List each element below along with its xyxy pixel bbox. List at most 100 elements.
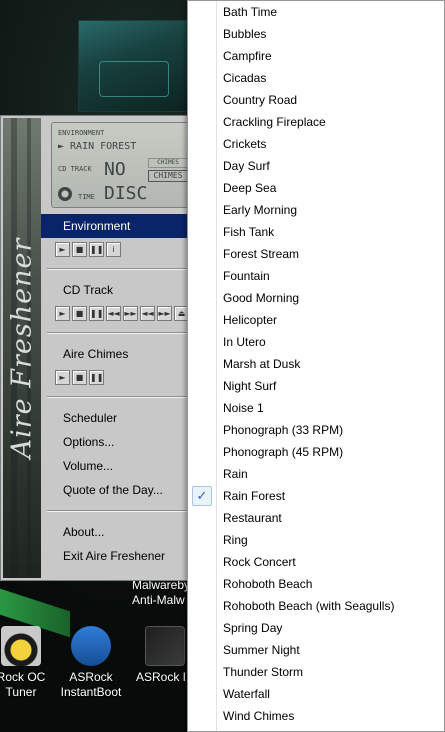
environment-option[interactable]: Waterfall [188,683,444,705]
menu-item-aire-chimes[interactable]: Aire Chimes [41,342,189,366]
cd-rewind-button[interactable]: ◄◄ [106,305,121,321]
environment-option[interactable]: ✓ Rain Forest [188,485,444,507]
desktop-icon-label-malwarebytes[interactable]: Malwareby Anti-Malw [132,578,190,608]
environment-option-label: Deep Sea [223,181,277,195]
environment-option[interactable]: Spring Day [188,617,444,639]
lcd-chimes-indicator: CHIMES [148,170,188,182]
lcd-env-caption: ENVIRONMENT [58,129,105,137]
info-button[interactable]: i [106,241,121,257]
environment-option-label: Restaurant [223,511,282,525]
chime-controls: ► ■ ❚❚ [41,366,189,388]
environment-option[interactable]: In Utero [188,331,444,353]
environment-option-label: Marsh at Dusk [223,357,301,371]
environment-option[interactable]: Marsh at Dusk [188,353,444,375]
menu-item-quote[interactable]: Quote of the Day... [41,478,189,502]
environment-option[interactable]: Phonograph (45 RPM) [188,441,444,463]
environment-option[interactable]: Noise 1 [188,397,444,419]
lcd-cd-caption: CD TRACK [58,165,92,173]
environment-option-label: Crickets [223,137,267,151]
environment-option-label: Waterfall [223,687,270,701]
environment-option[interactable]: Good Morning [188,287,444,309]
environment-option[interactable]: Campfire [188,45,444,67]
gear-icon [58,187,72,201]
menu-item-volume[interactable]: Volume... [41,454,189,478]
menu-item-about[interactable]: About... [41,520,189,544]
environment-option[interactable]: Helicopter [188,309,444,331]
menu-item-exit[interactable]: Exit Aire Freshener [41,544,189,568]
cd-next-track-button[interactable]: ►► [157,305,172,321]
environment-option[interactable]: Rock Concert [188,551,444,573]
environment-option-label: Cicadas [223,71,267,85]
environment-option-label: Rain [223,467,248,481]
environment-option[interactable]: Cicadas [188,67,444,89]
environment-option[interactable]: Fish Tank [188,221,444,243]
cd-stop-button[interactable]: ■ [72,305,87,321]
environment-option-label: Good Morning [223,291,300,305]
menu-separator [47,396,189,398]
cd-prev-track-button[interactable]: ◄◄ [140,305,155,321]
environment-option[interactable]: Phonograph (33 RPM) [188,419,444,441]
environment-option-label: Rohoboth Beach [223,577,313,591]
banner-title: Aire Freshener [6,237,38,459]
chime-stop-button[interactable]: ■ [72,369,87,385]
lcd-chimes-indicator-dim: CHIMES [148,158,188,168]
cd-controls: ► ■ ❚❚ ◄◄ ►► ◄◄ ►► ⏏ [41,302,189,324]
environment-option[interactable]: Bath Time [188,1,444,23]
menu-item-environment[interactable]: Environment [41,214,189,238]
lcd-no-text: NO [104,159,126,180]
cd-forward-button[interactable]: ►► [123,305,138,321]
label-line: Anti-Malw [132,593,185,607]
environment-option-label: Fountain [223,269,270,283]
environment-option[interactable]: Country Road [188,89,444,111]
environment-option[interactable]: Bubbles [188,23,444,45]
environment-controls: ► ■ ❚❚ i [41,238,189,260]
menu-item-options[interactable]: Options... [41,430,189,454]
cd-play-button[interactable]: ► [55,305,70,321]
environment-option-label: Spring Day [223,621,283,635]
lcd-disc-text: DISC [104,183,148,204]
environment-option[interactable]: Ring [188,529,444,551]
environment-option[interactable]: Wind Chimes [188,705,444,727]
environment-option-label: Rock Concert [223,555,296,569]
chime-pause-button[interactable]: ❚❚ [89,369,104,385]
environment-option[interactable]: Rohoboth Beach [188,573,444,595]
environment-option[interactable]: Rohoboth Beach (with Seagulls) [188,595,444,617]
stop-button[interactable]: ■ [72,241,87,257]
cd-pause-button[interactable]: ❚❚ [89,305,104,321]
environment-option-label: In Utero [223,335,266,349]
environment-option-label: Fish Tank [223,225,275,239]
side-banner: Aire Freshener [3,118,41,578]
environment-option[interactable]: Early Morning [188,199,444,221]
environment-option[interactable]: Restaurant [188,507,444,529]
environment-option[interactable]: Night Surf [188,375,444,397]
environment-option-label: Rain Forest [223,489,286,503]
chime-play-button[interactable]: ► [55,369,70,385]
oc-tuner-icon [1,626,41,666]
environment-option[interactable]: Rain [188,463,444,485]
pause-button[interactable]: ❚❚ [89,241,104,257]
aire-freshener-window: Aire Freshener ENVIRONMENT ► RAIN FOREST… [0,115,190,581]
environment-option-label: Bubbles [223,27,267,41]
environment-option[interactable]: Thunder Storm [188,661,444,683]
desktop-icon-oc-tuner[interactable]: Rock OC Tuner [0,626,56,700]
environment-option[interactable]: Deep Sea [188,177,444,199]
ies-icon [145,626,185,666]
environment-option[interactable]: Day Surf [188,155,444,177]
play-button[interactable]: ► [55,241,70,257]
environment-option-label: Crackling Fireplace [223,115,326,129]
environment-option-label: Campfire [223,49,272,63]
environment-option[interactable]: Summer Night [188,639,444,661]
desktop-icon-label: ASRock InstantBoot [60,670,122,699]
environment-option-label: Forest Stream [223,247,300,261]
menu-item-scheduler[interactable]: Scheduler [41,406,189,430]
environment-option-label: Country Road [223,93,298,107]
environment-option[interactable]: Crickets [188,133,444,155]
desktop-icon-instantboot[interactable]: ASRock InstantBoot [56,626,126,700]
environment-option[interactable]: Crackling Fireplace [188,111,444,133]
lcd-display: ENVIRONMENT ► RAIN FOREST CD TRACK NO CH… [51,122,189,208]
environment-option[interactable]: Fountain [188,265,444,287]
lcd-env-value: ► RAIN FOREST [58,141,137,152]
environment-option[interactable]: Forest Stream [188,243,444,265]
menu-item-cd-track[interactable]: CD Track [41,278,189,302]
checkmark-icon: ✓ [192,486,212,506]
